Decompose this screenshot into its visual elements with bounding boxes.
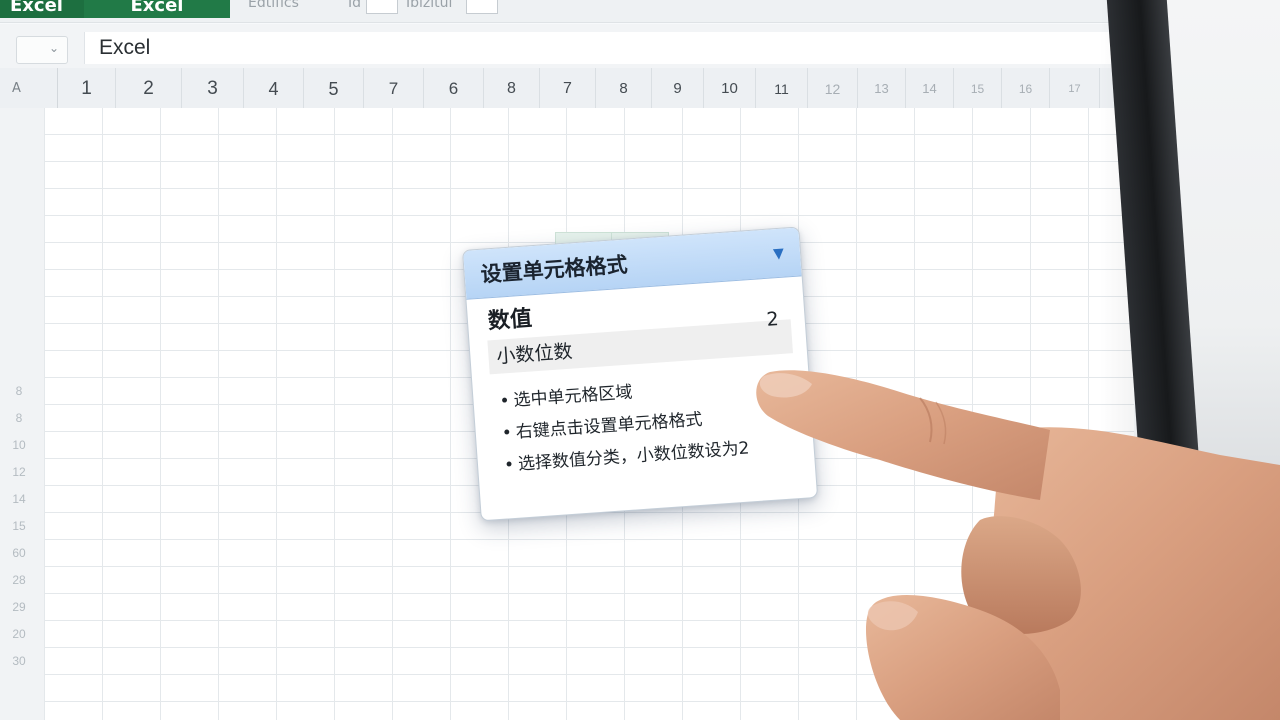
row-header[interactable]: 12 (0, 465, 38, 479)
column-header[interactable]: 6 (424, 68, 484, 108)
ribbon-label[interactable]: Id (348, 0, 361, 11)
column-header[interactable]: 7 (540, 68, 596, 108)
column-header-row: A 1 2 3 4 5 7 6 8 7 8 9 10 11 12 13 14 15 16 17 (0, 68, 1130, 109)
column-header[interactable]: 16 (1002, 68, 1050, 108)
column-header[interactable]: 1 (58, 68, 116, 108)
column-header[interactable]: 2 (116, 68, 182, 108)
column-header[interactable]: 8 (484, 68, 540, 108)
column-header[interactable]: 4 (244, 68, 304, 108)
ribbon-label[interactable]: Edtifics (248, 0, 299, 11)
row-header-strip: 8 8 10 12 14 15 60 28 29 20 30 (0, 108, 45, 720)
column-header[interactable]: 3 (182, 68, 244, 108)
column-header[interactable]: 14 (906, 68, 954, 108)
ribbon-input-box[interactable] (366, 0, 398, 14)
ribbon-tab-excel[interactable]: Excel (0, 0, 84, 18)
column-header[interactable]: 7 (364, 68, 424, 108)
row-header[interactable]: 14 (0, 492, 38, 506)
row-header[interactable]: 28 (0, 573, 38, 587)
name-box[interactable]: ⌄ (16, 36, 68, 64)
row-header[interactable]: 30 (0, 654, 38, 668)
triangle-down-icon[interactable]: ▼ (772, 229, 786, 280)
decimal-places-label: 小数位数 (495, 340, 574, 368)
ribbon-tab-excel-2[interactable]: Excel (84, 0, 230, 18)
column-header[interactable]: 9 (652, 68, 704, 108)
column-header[interactable]: 12 (808, 68, 858, 108)
row-header[interactable]: 29 (0, 600, 38, 614)
row-header[interactable]: 8 (0, 411, 38, 425)
decimal-places-value[interactable]: 2 (765, 302, 780, 337)
ribbon-input-box[interactable] (466, 0, 498, 14)
photo-stage: Excel Excel Edtifics Id Iblzitul ⌄ Excel… (0, 0, 1280, 720)
formula-bar: ⌄ Excel (0, 24, 1130, 69)
column-header[interactable]: 11 (756, 68, 808, 108)
row-header[interactable]: 10 (0, 438, 38, 452)
row-header[interactable]: 8 (0, 384, 38, 398)
ribbon: Excel Excel Edtifics Id Iblzitul (0, 0, 1150, 23)
formula-input[interactable]: Excel (84, 32, 1114, 64)
column-header[interactable]: 5 (304, 68, 364, 108)
column-header[interactable]: 10 (704, 68, 756, 108)
select-all-corner[interactable]: A (0, 68, 58, 108)
format-cells-dialog: 设置单元格格式 ▼ 数值 小数位数 2 • 选中单元格区域 • 右键点击设置单元格格… (462, 226, 819, 522)
chevron-down-icon[interactable]: ⌄ (49, 41, 59, 55)
dialog-title: 设置单元格格式 (479, 252, 629, 287)
row-header[interactable]: 60 (0, 546, 38, 560)
column-header[interactable]: 13 (858, 68, 906, 108)
column-header[interactable]: 17 (1050, 68, 1100, 108)
step-text: 选中单元格区域 (512, 382, 634, 411)
ribbon-label[interactable]: Iblzitul (406, 0, 452, 11)
row-header[interactable]: 20 (0, 627, 38, 641)
row-header[interactable]: 15 (0, 519, 38, 533)
column-header[interactable]: 8 (596, 68, 652, 108)
column-header[interactable]: 15 (954, 68, 1002, 108)
